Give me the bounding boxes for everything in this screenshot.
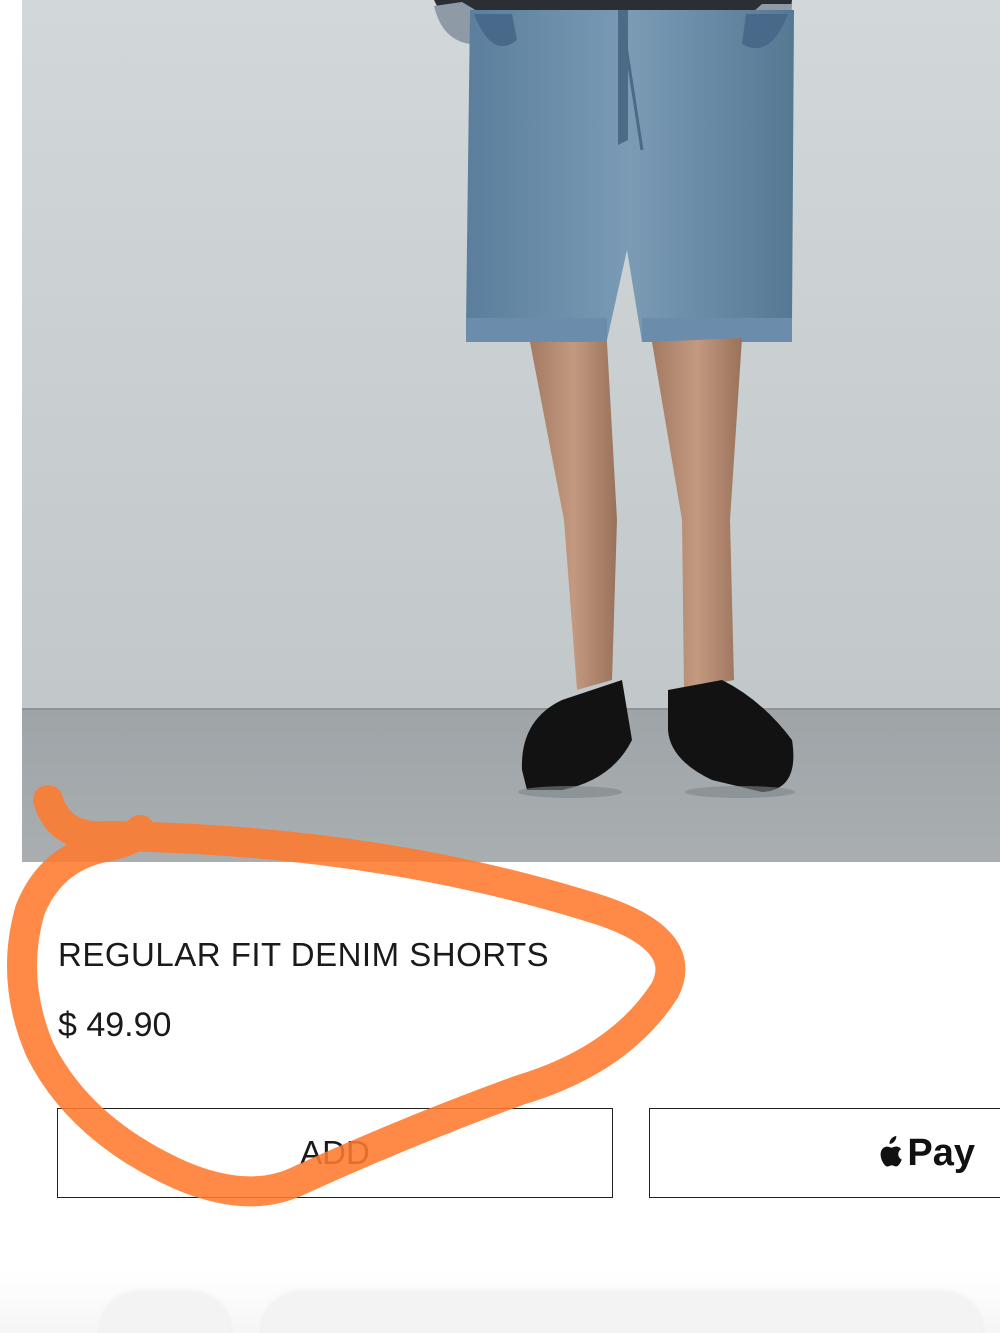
- product-title: REGULAR FIT DENIM SHORTS: [58, 936, 550, 973]
- apple-icon: [880, 1136, 903, 1167]
- product-price: $ 49.90: [58, 1006, 172, 1044]
- product-page: REGULAR FIT DENIM SHORTS $ 49.90 ADD Pay: [0, 0, 1000, 1333]
- add-to-cart-button[interactable]: ADD: [57, 1108, 613, 1198]
- product-image[interactable]: [22, 0, 1000, 862]
- apple-pay-label: Pay: [907, 1132, 975, 1174]
- bottom-nav-pill-right[interactable]: [262, 1292, 982, 1333]
- apple-pay-content: Pay: [875, 1109, 975, 1197]
- apple-pay-button[interactable]: Pay: [649, 1108, 1000, 1198]
- add-button-label: ADD: [300, 1134, 370, 1171]
- bottom-nav-pill-left[interactable]: [100, 1292, 230, 1333]
